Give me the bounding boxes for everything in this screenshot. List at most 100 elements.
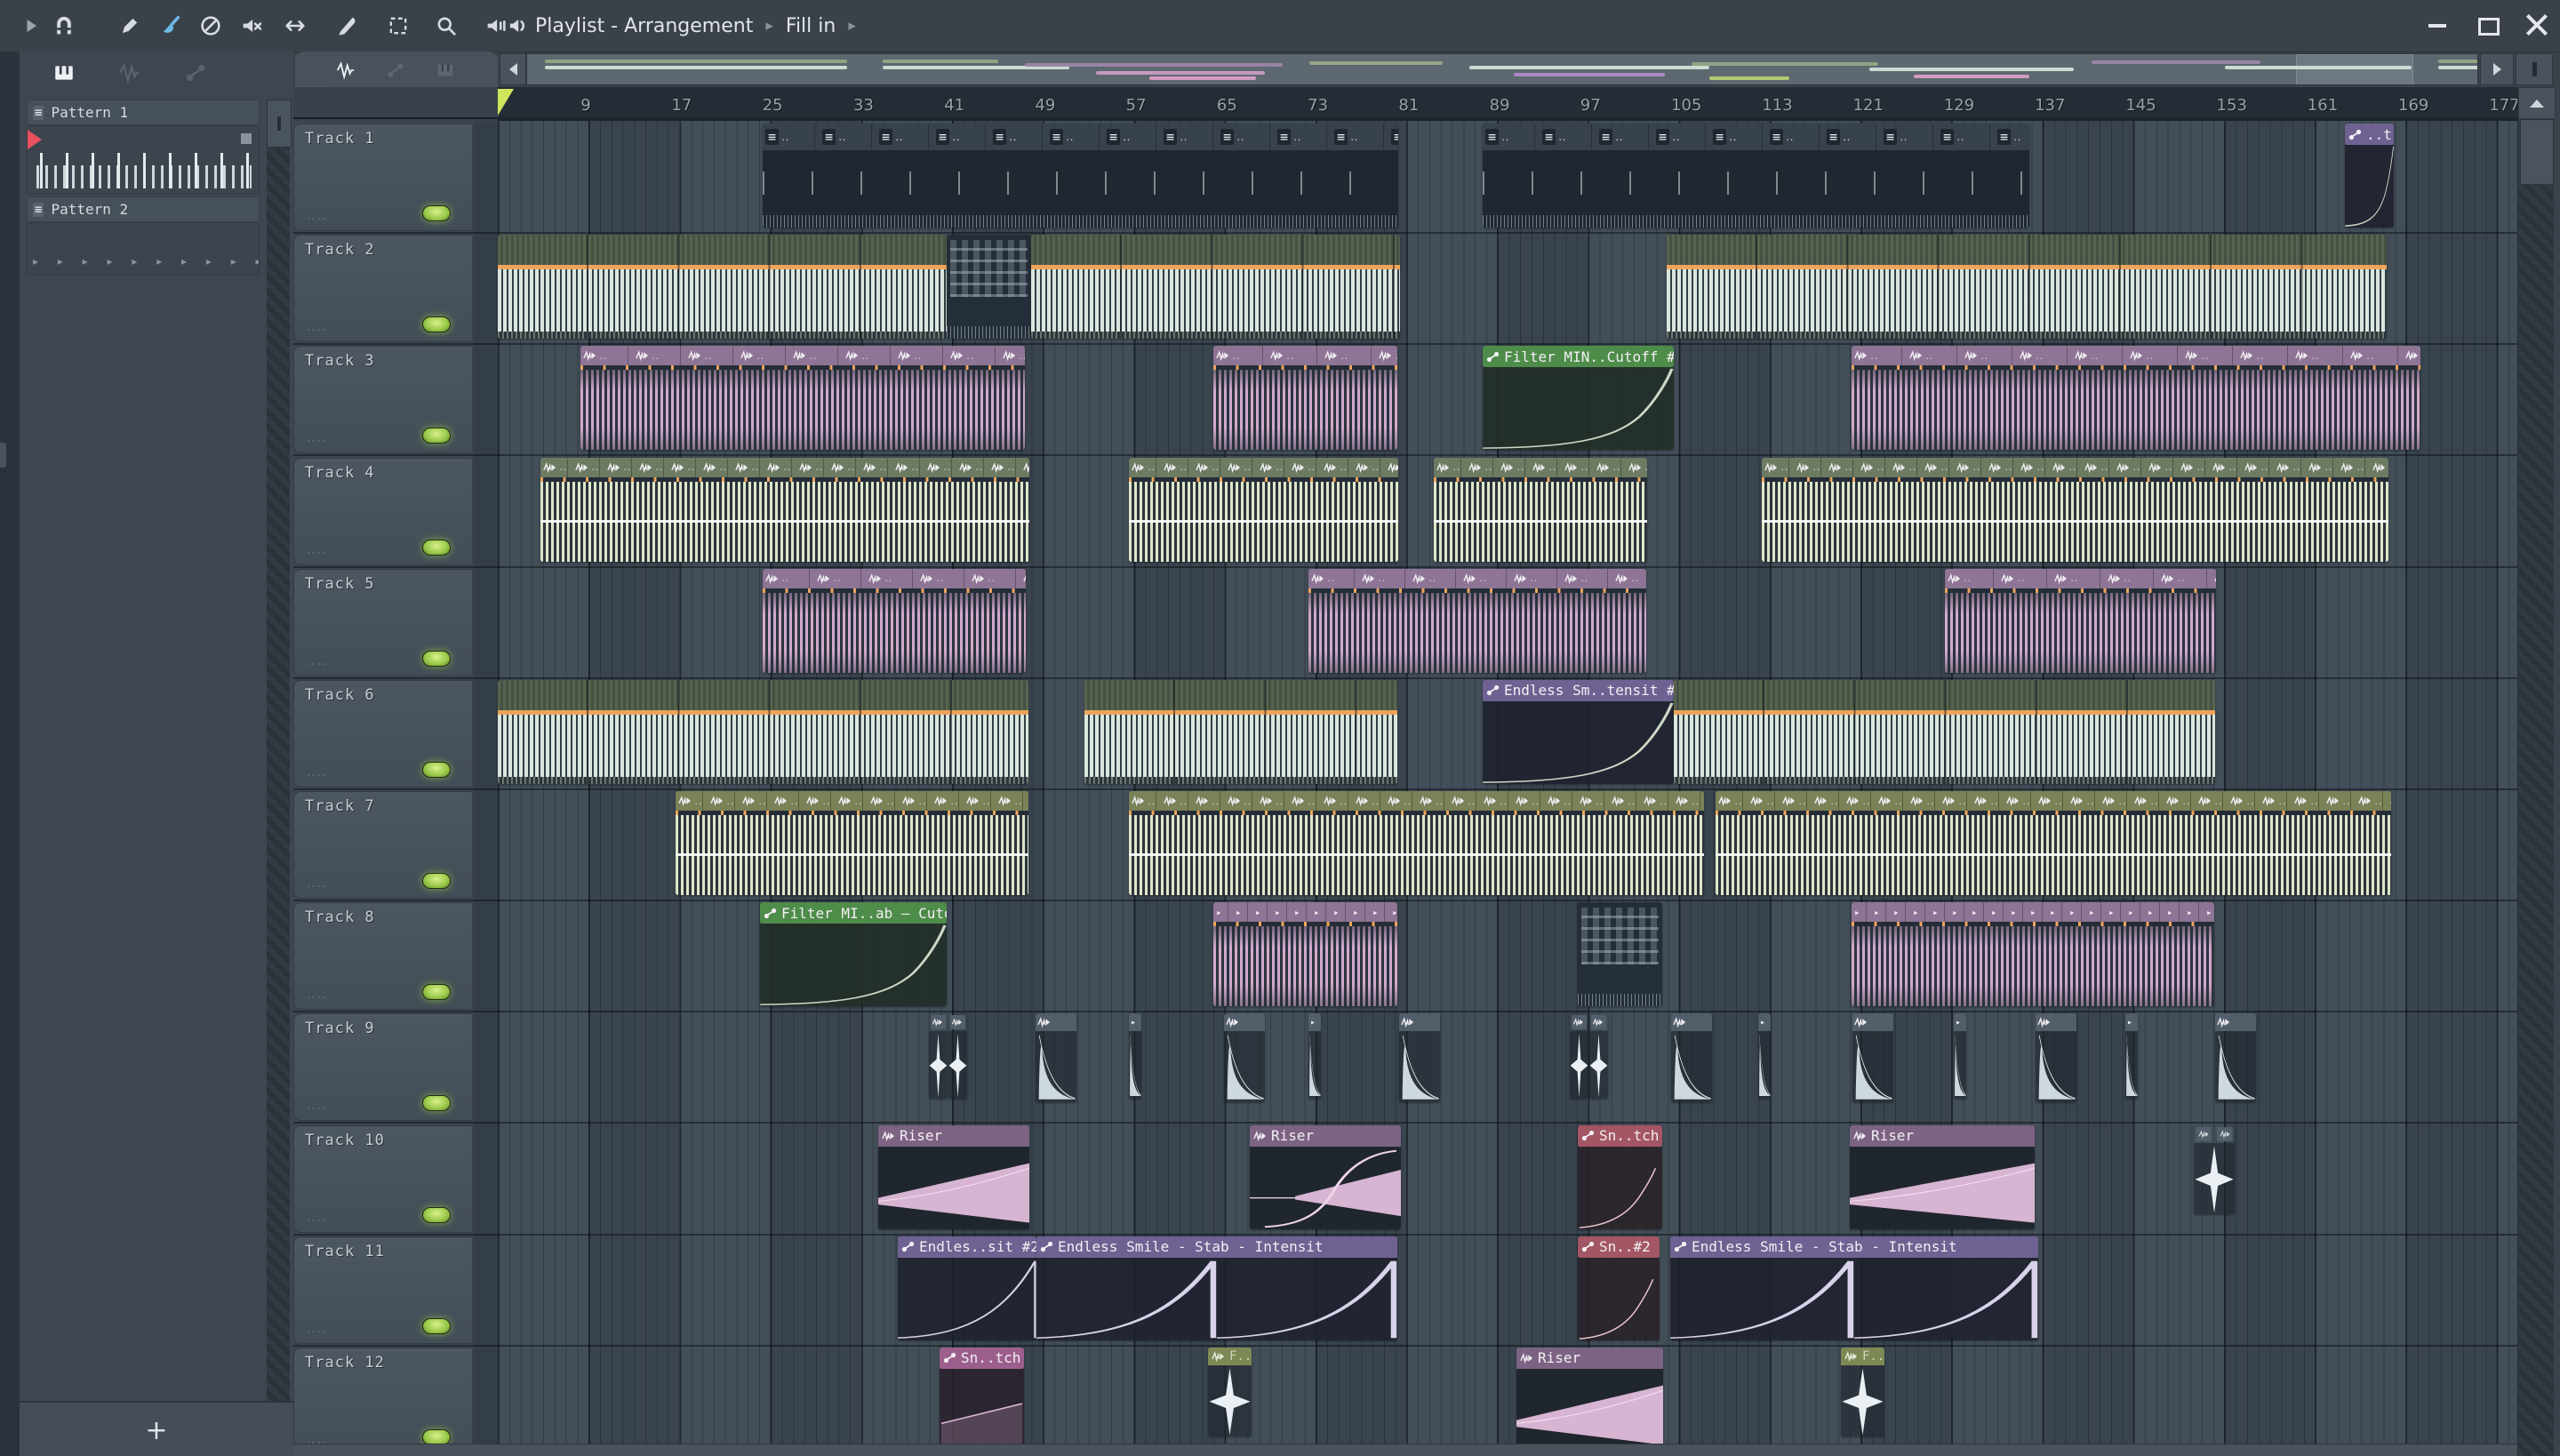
one-shot-clip[interactable]: ▸ [2125, 1013, 2138, 1100]
track-enable-led[interactable] [422, 650, 451, 667]
track-options-dots[interactable]: ‥‥ [307, 207, 328, 223]
riser-clip[interactable]: Riser [1516, 1347, 1663, 1452]
track-options-dots[interactable]: ‥‥ [307, 318, 328, 334]
pattern-clip[interactable]: ≡‥ [1596, 124, 1649, 150]
audio-clip-khaki[interactable]: ‥‥‥‥‥‥‥‥‥‥‥ [1129, 457, 1398, 562]
fx-hit-clip[interactable]: F.. [1841, 1347, 1884, 1436]
pattern-clip[interactable]: ≡‥ [1275, 124, 1327, 150]
audio-clip-purple[interactable]: ‥‥‥‥‥‥‥‥‥‥‥Pe..n [1852, 346, 2420, 451]
audio-clip-purple[interactable]: ‥‥‥‥‥‥‥‥‥‥ [580, 346, 1025, 451]
scrollbar-track[interactable] [2518, 185, 2554, 1456]
track-header[interactable]: Track 6 ‥‥ [293, 679, 473, 788]
track-lane[interactable]: Filter MI..ab – Cutoff▸▸▸▸▸▸▸▸▸▸▸▸▸▸▸▸▸▸… [498, 900, 2517, 1011]
track-enable-led[interactable] [422, 873, 451, 890]
audio-clip-purple[interactable]: ‥‥‥‥‥‥‥‥ [1308, 568, 1646, 673]
automation-clip-stab[interactable]: Endless Smile - Stab - Intensit [1670, 1236, 2038, 1340]
scroll-up-button[interactable] [2518, 87, 2556, 119]
pattern-clip[interactable]: ≡‥ [1483, 124, 1535, 150]
audio-clip-purple[interactable]: ‥‥‥‥ [1213, 346, 1397, 451]
track-header[interactable]: Track 8 ‥‥ [293, 902, 473, 1011]
track-enable-led[interactable] [422, 1317, 451, 1334]
track-lane[interactable] [498, 232, 2517, 343]
track-header[interactable]: Track 5 ‥‥ [293, 568, 473, 676]
pattern-clip[interactable]: ≡‥ [876, 124, 929, 150]
track-header[interactable]: Track 10 ‥‥ [293, 1124, 473, 1233]
one-shot-clip[interactable] [1671, 1013, 1712, 1103]
track-lane[interactable]: ‥ ‥ ‥ ‥ ‥ ‥ ‥ ‥ ‥ ‥ ‥ ‥ ‥ ‥ ‥ ‥ ‥ ‥ ‥ ‥ ‥ ‥ ‥ ‥ ‥ ‥ ‥ ‥ ‥ ‥ ‥ ‥ ‥ ‥ ‥ ‥ ‥ ‥ ‥ ‥… [498, 788, 2517, 900]
scroll-right-button[interactable] [2480, 53, 2514, 85]
track-options-dots[interactable]: ‥‥ [307, 1320, 328, 1336]
track-enable-led[interactable] [422, 539, 451, 556]
audio-clip[interactable] [1031, 235, 1400, 340]
pattern-preview[interactable]: ▸ ▸ ▸ ▸ ▸ ▸ ▸ ▸ ▸ ▸ ▸ ▸ ▸ ▸ ▸ ▸ ▸ [27, 222, 260, 276]
track-header[interactable]: Track 9 ‥‥ [293, 1013, 473, 1122]
pattern-clip[interactable]: ≡‥ [1388, 124, 1398, 150]
pattern-list-scroll-track[interactable] [267, 148, 290, 1403]
pattern-clip[interactable]: ≡‥ [1767, 124, 1820, 150]
audio-clip-khaki[interactable]: ‥‥‥‥‥‥‥‥‥‥‥‥‥‥‥‥‥‥‥‥‥‥‥‥ [1129, 791, 1704, 896]
pattern-clip[interactable] [1578, 902, 1662, 1007]
pattern-clip-strip[interactable]: ≡‥≡‥≡‥≡‥≡‥≡‥≡‥≡‥≡‥≡‥≡‥≡‥≡‥ [763, 124, 1398, 228]
automation-clip[interactable]: Filter MIN..Cutoff #2 [1483, 346, 1674, 451]
track-enable-led[interactable] [422, 205, 451, 221]
draw-tool-icon[interactable] [112, 8, 148, 44]
pattern-clip[interactable]: ≡‥ [1881, 124, 1933, 150]
pattern-clip[interactable]: ≡‥ [820, 124, 872, 150]
one-shot-clip[interactable]: ▸ [1129, 1013, 1141, 1100]
audio-clip-purple[interactable]: ▸▸▸▸▸▸▸▸▸▸▸▸▸▸▸▸▸▸▸▸▸▸▸▸▸▸▸▸▸▸▸ [1852, 902, 2214, 1007]
pattern-clip[interactable]: ≡‥ [1824, 124, 1876, 150]
vertical-scrollbar[interactable] [2517, 87, 2556, 1456]
track-lane[interactable]: Riser Riser Sn..tch Riser [498, 1123, 2517, 1234]
track-options-dots[interactable]: ‥‥ [307, 541, 328, 557]
pattern-clip[interactable]: ≡‥ [1332, 124, 1384, 150]
track-enable-led[interactable] [422, 428, 451, 444]
add-pattern-button[interactable]: + [145, 1415, 167, 1446]
overview-view-window[interactable] [2296, 54, 2413, 84]
panel-resize-handle[interactable] [0, 443, 6, 468]
pattern-clip[interactable]: ≡‥ [1995, 124, 2029, 150]
collapse-arrow-icon[interactable] [12, 8, 48, 44]
one-shot-clip[interactable] [1399, 1013, 1440, 1103]
track-options-dots[interactable]: ‥‥ [307, 429, 328, 445]
slice-tool-icon[interactable] [331, 8, 366, 44]
pattern-preview[interactable] [27, 125, 260, 195]
automation-clip-stab[interactable]: Endles..sit #2 [898, 1236, 1036, 1340]
audio-clip-khaki[interactable]: ‥‥‥‥‥‥‥‥‥‥‥‥‥‥‥‥‥‥‥‥‥‥‥‥‥‥‥‥ [1716, 791, 2391, 896]
pattern-clip[interactable]: ≡‥ [1104, 124, 1156, 150]
tab-wave-icon[interactable] [112, 58, 148, 88]
delete-tool-icon[interactable] [193, 8, 228, 44]
track-header[interactable]: Track 4 ‥‥ [293, 457, 473, 565]
pattern-clip-strip[interactable]: ≡‥≡‥≡‥≡‥≡‥≡‥≡‥≡‥≡‥≡‥≡‥ [1483, 124, 2029, 228]
track-enable-led[interactable] [422, 316, 451, 333]
track-lane[interactable]: ‥ ‥ ‥ ‥ ‥ ‥ ‥ ‥ ‥ ‥ ‥ ‥ ‥ ‥ ‥ ‥ ‥ ‥ ‥ ‥ ‥ ‥ ‥ ‥ ‥ ‥ ‥ ‥ ‥ ‥ ‥ ‥ ‥ ‥ ‥ ‥ ‥ ‥ ‥ ‥… [498, 455, 2517, 566]
track-options-dots[interactable]: ‥‥ [307, 875, 328, 891]
track-enable-led[interactable] [422, 761, 451, 778]
track-enable-led[interactable] [422, 1095, 451, 1112]
wave-tool-icon[interactable] [331, 57, 361, 84]
scrollbar-thumb[interactable] [267, 100, 292, 148]
mute-tool-icon[interactable] [234, 8, 269, 44]
track-lane[interactable]: ▸ ▸ ▸ ▸ ▸ [498, 1011, 2517, 1122]
one-shot-clip[interactable] [1036, 1013, 1076, 1103]
audio-clip-khaki[interactable]: ‥‥‥‥‥‥‥‥‥ [1434, 457, 1647, 562]
pattern-clip[interactable] [947, 235, 1031, 340]
one-shot-clip[interactable] [2036, 1013, 2076, 1103]
one-shot-clip[interactable]: ▸ [1758, 1013, 1771, 1100]
audio-clip[interactable] [498, 235, 947, 340]
track-options-dots[interactable]: ‥‥ [307, 1209, 328, 1225]
track-lane[interactable]: Endless Sm..tensit #3 [498, 677, 2517, 788]
breadcrumb-arrangement[interactable]: Fill in [786, 15, 836, 37]
track-lane[interactable]: ‥‥‥‥‥‥‥‥‥‥‥‥‥‥Filter MIN..Cutoff #2‥‥‥‥‥… [498, 343, 2517, 454]
track-lane[interactable]: Sn..tch F.. Riser F.. [498, 1345, 2517, 1456]
piano-tool-icon[interactable] [430, 57, 460, 84]
track-lane[interactable]: ‥‥‥‥‥‥‥‥‥‥‥‥‥‥‥‥‥‥‥‥ [498, 566, 2517, 677]
audio-clip[interactable] [1674, 679, 2215, 784]
audio-clip-khaki[interactable]: ‥‥‥‥‥‥‥‥‥‥‥‥‥‥‥‥‥‥‥‥‥‥‥‥‥‥ [1762, 457, 2388, 562]
automation-clip[interactable]: Sn..tch [940, 1347, 1024, 1452]
slip-tool-icon[interactable] [277, 8, 313, 44]
pattern-clip[interactable]: ≡‥ [990, 124, 1043, 150]
tab-piano-icon[interactable] [46, 58, 82, 88]
pattern-clip[interactable]: ≡‥ [1047, 124, 1100, 150]
audio-clip[interactable] [1084, 679, 1397, 784]
select-tool-icon[interactable] [380, 8, 416, 44]
